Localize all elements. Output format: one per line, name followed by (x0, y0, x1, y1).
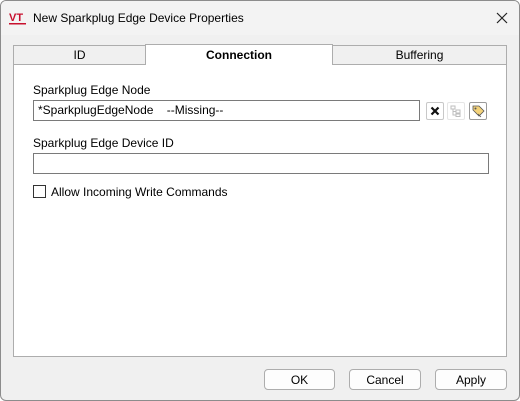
ok-button[interactable]: OK (264, 369, 335, 390)
select-tag-button[interactable] (469, 102, 487, 120)
clear-x-icon (430, 106, 440, 116)
close-button[interactable] (489, 5, 515, 31)
edge-node-field[interactable]: *SparkplugEdgeNode --Missing-- (33, 100, 420, 121)
browse-node-button[interactable] (447, 102, 465, 120)
window-title: New Sparkplug Edge Device Properties (33, 11, 244, 25)
device-id-label: Sparkplug Edge Device ID (33, 136, 174, 150)
tab-strip: ID Connection Buffering (13, 44, 507, 65)
connection-panel: Sparkplug Edge Node *SparkplugEdgeNode -… (13, 64, 507, 357)
app-logo-icon: VT (9, 11, 27, 25)
cancel-button[interactable]: Cancel (349, 369, 421, 390)
apply-button[interactable]: Apply (435, 369, 507, 390)
allow-write-checkbox[interactable] (33, 185, 46, 198)
tab-connection[interactable]: Connection (145, 44, 333, 65)
dialog-window: VT New Sparkplug Edge Device Properties … (0, 0, 520, 401)
tab-buffering[interactable]: Buffering (332, 45, 507, 64)
title-bar: VT New Sparkplug Edge Device Properties (1, 1, 519, 35)
tab-id[interactable]: ID (13, 45, 146, 64)
clear-button[interactable] (426, 102, 444, 120)
device-id-field[interactable] (33, 153, 489, 174)
edge-node-label: Sparkplug Edge Node (33, 83, 151, 97)
node-tree-icon (450, 105, 461, 117)
close-icon (496, 12, 508, 24)
allow-write-label: Allow Incoming Write Commands (51, 185, 228, 199)
svg-text:VT: VT (9, 12, 23, 24)
tag-icon (472, 105, 485, 117)
